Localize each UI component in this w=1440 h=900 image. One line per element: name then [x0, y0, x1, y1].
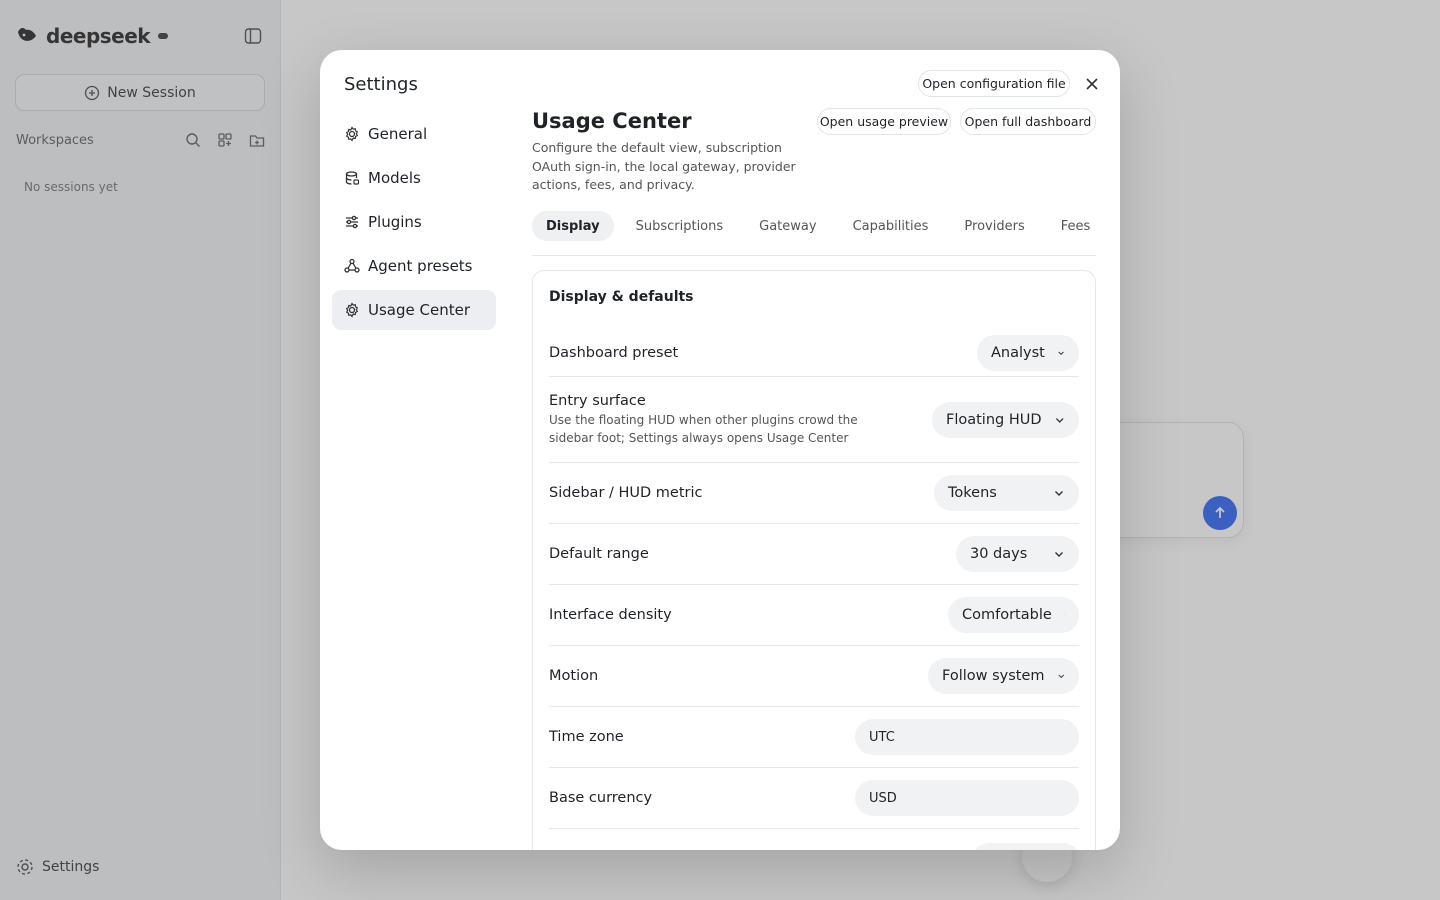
chevron-down-icon [1063, 614, 1065, 616]
chevron-down-icon [1055, 552, 1063, 557]
gear-icon [345, 126, 359, 142]
select-value: Tokens [948, 485, 997, 501]
sidebar-metric-row: Sidebar / HUD metric Tokens [549, 463, 1079, 524]
entry-surface-select[interactable]: Floating HUD [932, 401, 1079, 438]
tab-gateway[interactable]: Gateway [745, 211, 830, 241]
tab-providers[interactable]: Providers [950, 211, 1038, 241]
nav-item-label: General [368, 125, 428, 143]
dashboard-preset-select[interactable]: Analyst [977, 334, 1079, 371]
base-currency-row: Base currency [549, 768, 1079, 829]
interface-density-row: Interface density Comfortable [549, 585, 1079, 646]
close-icon[interactable] [1082, 74, 1102, 94]
display-defaults-card: Display & defaults Dashboard preset Anal… [532, 270, 1096, 850]
usage-center-panel: Usage Center Configure the default view,… [532, 106, 1096, 850]
interface-density-select[interactable]: Comfortable [948, 597, 1079, 633]
time-zone-row: Time zone [549, 707, 1079, 768]
motion-row: Motion Follow system [549, 646, 1079, 707]
row-label: Interface density [549, 607, 672, 623]
sliders-icon [346, 215, 358, 229]
select-value: 30 days [970, 546, 1028, 562]
nav-item-agent-presets[interactable]: Agent presets [332, 246, 496, 286]
row-label: Time zone [549, 729, 624, 745]
entry-surface-row: Entry surface Use the floating HUD when … [549, 377, 1079, 463]
chevron-down-icon [1057, 674, 1064, 679]
tab-subscriptions[interactable]: Subscriptions [622, 211, 738, 241]
settings-nav: General Models Plugins Agent presets Usa… [332, 114, 496, 334]
next-row-control[interactable] [971, 843, 1081, 850]
nav-item-plugins[interactable]: Plugins [332, 202, 496, 242]
nav-item-label: Plugins [368, 213, 422, 231]
default-range-select[interactable]: 30 days [956, 536, 1079, 572]
select-value: Follow system [942, 668, 1045, 684]
usage-tabs: Display Subscriptions Gateway Capabiliti… [532, 211, 1096, 256]
chevron-down-icon [1055, 491, 1063, 496]
tab-display[interactable]: Display [532, 211, 614, 241]
select-value: Comfortable [962, 607, 1052, 623]
open-config-button[interactable]: Open configuration file [918, 70, 1070, 97]
nav-item-general[interactable]: General [332, 114, 496, 154]
row-help-text: Use the floating HUD when other plugins … [549, 412, 858, 445]
default-range-row: Default range 30 days [549, 524, 1079, 585]
row-label: Entry surface [549, 392, 646, 409]
sidebar-metric-select[interactable]: Tokens [934, 475, 1079, 511]
row-label: Sidebar / HUD metric [549, 485, 703, 501]
time-zone-input[interactable] [855, 719, 1079, 755]
row-label: Default range [549, 546, 649, 562]
modal-title: Settings [344, 74, 418, 95]
nav-item-label: Usage Center [368, 301, 470, 319]
row-text: Entry surface Use the floating HUD when … [549, 393, 904, 447]
database-icon [345, 171, 360, 185]
nav-item-models[interactable]: Models [332, 158, 496, 198]
nav-item-label: Agent presets [368, 257, 473, 275]
row-label: Dashboard preset [549, 344, 679, 361]
agent-icon [344, 258, 360, 273]
chevron-down-icon [1055, 417, 1064, 423]
gear-icon [345, 302, 359, 318]
dashboard-preset-row: Dashboard preset Analyst [549, 329, 1079, 377]
nav-item-label: Models [368, 169, 421, 187]
tab-capabilities[interactable]: Capabilities [839, 211, 943, 241]
row-label: Motion [549, 668, 599, 684]
row-label: Base currency [549, 790, 653, 806]
page-description: Configure the default view, subscription… [532, 140, 796, 192]
page-title: Usage Center [532, 109, 692, 133]
section-title: Display & defaults [549, 289, 694, 305]
chevron-down-icon [1058, 351, 1064, 355]
settings-modal: Settings General Models Plugins Agent pr… [320, 50, 1120, 850]
tab-fees[interactable]: Fees [1047, 211, 1105, 241]
select-value: Analyst [991, 344, 1045, 361]
base-currency-input[interactable] [855, 780, 1079, 816]
select-value: Floating HUD [946, 411, 1042, 428]
motion-select[interactable]: Follow system [928, 658, 1079, 694]
nav-item-usage-center[interactable]: Usage Center [332, 290, 496, 330]
